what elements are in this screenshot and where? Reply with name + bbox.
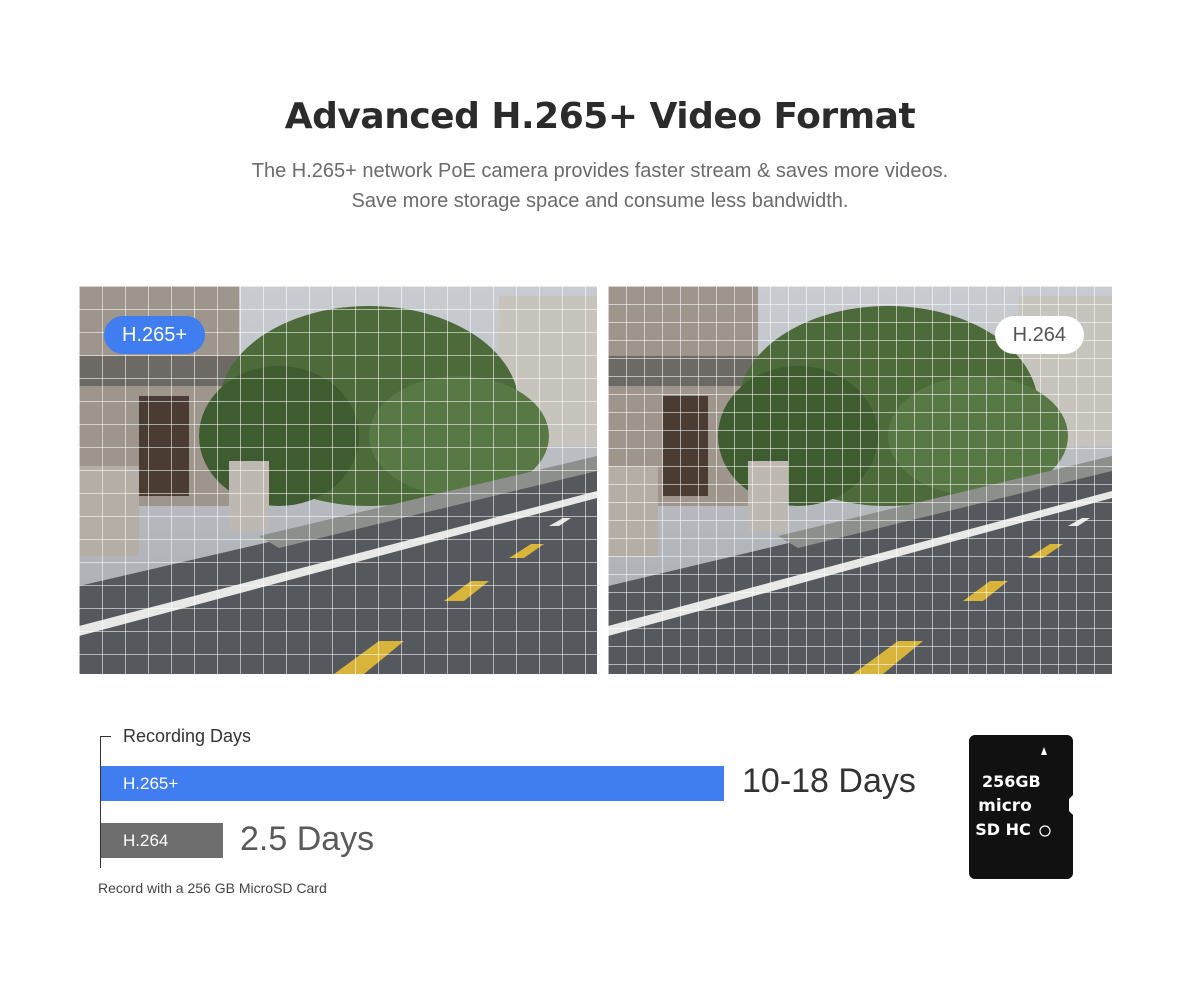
sd-brand-text: micro: [978, 796, 1032, 816]
bar-h265-value-label: 10-18 Days: [742, 762, 916, 800]
h265-label-badge: H.265+: [104, 316, 206, 354]
h265-preview-image: H.265+: [79, 286, 597, 674]
bar-h264-value-label: 2.5 Days: [240, 820, 375, 858]
bar-h265: H.265+: [101, 766, 724, 801]
page-title: Advanced H.265+ Video Format: [284, 96, 916, 137]
h264-label-badge: H.264: [994, 316, 1084, 354]
chart-title: Recording Days: [123, 726, 252, 746]
sd-capacity-label: 256GB: [982, 772, 1041, 791]
chart-axis-tick: [100, 736, 111, 737]
chart-footnote: Record with a 256 GB MicroSD Card: [98, 880, 327, 896]
sd-type-text: SD HC: [975, 820, 1031, 839]
microsd-card-icon: micro SD HC: [969, 735, 1073, 879]
subtitle-line-2: Save more storage space and consume less…: [351, 190, 849, 212]
bar-h264: H.264: [101, 823, 223, 858]
h264-preview-image: H.264: [608, 286, 1112, 674]
subtitle-line-1: The H.265+ network PoE camera provides f…: [251, 160, 949, 182]
page-subtitle: The H.265+ network PoE camera provides f…: [0, 156, 1200, 216]
